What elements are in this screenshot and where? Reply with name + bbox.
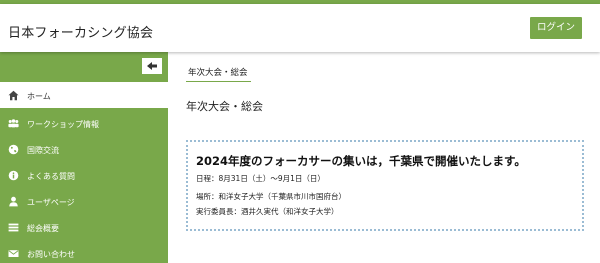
page-title: 年次大会・総会 — [186, 100, 263, 113]
sidebar-item-label: 国際交流 — [27, 146, 59, 155]
sidebar-item-label: ホーム — [27, 92, 51, 101]
notice-chair: 実行委員長：酒井久実代（和洋女子大学） — [196, 207, 339, 216]
sidebar-item-workshop[interactable]: ワークショップ情報 — [0, 110, 168, 136]
site-title[interactable]: 日本フォーカシング協会 — [8, 22, 153, 41]
site-header: 日本フォーカシング協会 ログイン — [0, 4, 600, 52]
main-content: 年次大会・総会 年次大会・総会 2024年度のフォーカサーの集いは，千葉県で開催… — [168, 52, 600, 263]
event-notice-box: 2024年度のフォーカサーの集いは，千葉県で開催いたします。 日程：8月31日（… — [186, 140, 584, 231]
sidebar: ホーム ワークショップ情報 国際交流 よくある質問 ユーザページ 総会概要 お問… — [0, 52, 168, 263]
sidebar-item-label: 総会概要 — [27, 224, 59, 233]
notice-heading: 2024年度のフォーカサーの集いは，千葉県で開催いたします。 — [196, 154, 526, 168]
sidebar-item-contact[interactable]: お問い合わせ — [0, 240, 168, 263]
sidebar-item-label: よくある質問 — [27, 172, 75, 181]
workshop-icon — [8, 119, 19, 128]
notice-venue: 場所：和洋女子大学（千葉県市川市国府台） — [196, 192, 346, 201]
sidebar-item-international[interactable]: 国際交流 — [0, 136, 168, 162]
list-icon — [8, 223, 19, 232]
arrow-left-icon — [147, 62, 157, 70]
globe-icon — [8, 144, 19, 155]
breadcrumb[interactable]: 年次大会・総会 — [186, 66, 251, 82]
sidebar-item-faq[interactable]: よくある質問 — [0, 162, 168, 188]
mail-icon — [8, 250, 19, 257]
user-icon — [9, 196, 18, 207]
sidebar-item-label: ワークショップ情報 — [27, 120, 99, 129]
home-icon — [8, 90, 19, 101]
sidebar-item-userpage[interactable]: ユーザページ — [0, 188, 168, 214]
sidebar-item-general-meeting[interactable]: 総会概要 — [0, 214, 168, 240]
sidebar-collapse-button[interactable] — [142, 58, 162, 74]
sidebar-item-label: ユーザページ — [27, 198, 75, 207]
info-icon — [8, 170, 19, 181]
sidebar-item-home[interactable]: ホーム — [0, 82, 168, 108]
notice-date: 日程：8月31日（土）〜9月1日（日） — [196, 174, 325, 183]
sidebar-item-label: お問い合わせ — [27, 250, 75, 259]
login-button[interactable]: ログイン — [530, 17, 582, 39]
sidebar-toolbar — [0, 52, 168, 80]
